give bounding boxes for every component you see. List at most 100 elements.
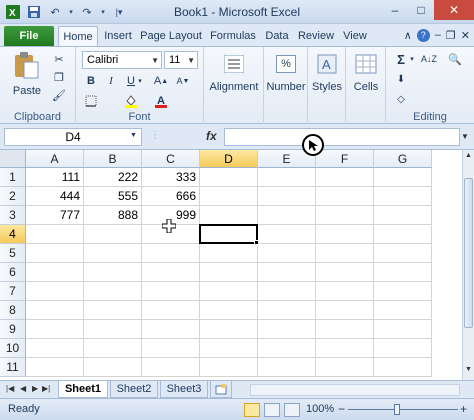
scroll-thumb[interactable]	[464, 178, 473, 328]
cell-b10[interactable]	[84, 339, 142, 358]
bold-button[interactable]: B	[82, 73, 100, 89]
row-header-6[interactable]: 6	[0, 263, 26, 282]
cell-e1[interactable]	[258, 168, 316, 187]
fill-color-icon[interactable]	[122, 93, 140, 109]
cell-g2[interactable]	[374, 187, 432, 206]
minimize-button[interactable]: –	[382, 0, 408, 20]
minimize-ribbon-icon[interactable]: ∧	[404, 29, 412, 42]
workbook-restore-icon[interactable]: ❐	[446, 29, 456, 42]
cell-f10[interactable]	[316, 339, 374, 358]
styles-group[interactable]: A Styles	[308, 47, 346, 125]
cell-f11[interactable]	[316, 358, 374, 377]
zoom-out-button[interactable]: −	[338, 402, 345, 416]
row-header-5[interactable]: 5	[0, 244, 26, 263]
copy-icon[interactable]: ❐	[50, 69, 68, 85]
help-icon[interactable]: ?	[416, 29, 430, 42]
cell-c10[interactable]	[142, 339, 200, 358]
row-header-4[interactable]: 4	[0, 225, 26, 244]
cell-c2[interactable]: 666	[142, 187, 200, 206]
cell-c11[interactable]	[142, 358, 200, 377]
tab-view[interactable]: View	[340, 26, 370, 46]
tab-file[interactable]: File	[4, 26, 54, 46]
scroll-down-icon[interactable]: ▼	[463, 366, 474, 378]
sheet-tab-sheet1[interactable]: Sheet1	[58, 381, 108, 398]
row-header-3[interactable]: 3	[0, 206, 26, 225]
first-sheet-icon[interactable]: |◀	[6, 384, 14, 393]
next-sheet-icon[interactable]: ▶	[32, 384, 38, 393]
chevron-down-icon[interactable]: ▾	[408, 51, 416, 67]
cell-a1[interactable]: 111	[26, 168, 84, 187]
cells-group[interactable]: Cells	[346, 47, 386, 125]
cell-c8[interactable]	[142, 301, 200, 320]
cell-a7[interactable]	[26, 282, 84, 301]
worksheet-grid[interactable]: A B C D E F G 1 111 222 333 2 444 555 666 3 777 888 999 4 5 6…	[0, 150, 462, 380]
cell-c7[interactable]	[142, 282, 200, 301]
workbook-minimize-icon[interactable]: –	[435, 29, 441, 42]
tab-insert[interactable]: Insert	[100, 26, 136, 46]
row-header-1[interactable]: 1	[0, 168, 26, 187]
cell-d2[interactable]	[200, 187, 258, 206]
number-group[interactable]: % Number	[264, 47, 308, 125]
cell-b2[interactable]: 555	[84, 187, 142, 206]
cell-f7[interactable]	[316, 282, 374, 301]
cell-d1[interactable]	[200, 168, 258, 187]
cell-e11[interactable]	[258, 358, 316, 377]
cell-f1[interactable]	[316, 168, 374, 187]
cell-f5[interactable]	[316, 244, 374, 263]
tab-home[interactable]: Home	[58, 26, 98, 46]
fill-icon[interactable]: ⬇	[392, 71, 410, 87]
cell-e3[interactable]	[258, 206, 316, 225]
cell-c5[interactable]	[142, 244, 200, 263]
cell-b9[interactable]	[84, 320, 142, 339]
cell-c6[interactable]	[142, 263, 200, 282]
cell-a6[interactable]	[26, 263, 84, 282]
cell-f2[interactable]	[316, 187, 374, 206]
cell-a4[interactable]	[26, 225, 84, 244]
cut-icon[interactable]: ✂	[50, 51, 68, 67]
page-layout-view-button[interactable]	[264, 403, 280, 417]
find-select-icon[interactable]: 🔍	[446, 51, 464, 67]
column-header-d[interactable]: D	[200, 150, 258, 168]
formula-input[interactable]	[224, 128, 460, 146]
cell-g9[interactable]	[374, 320, 432, 339]
formula-bar-splitter[interactable]: ⋮	[150, 130, 160, 144]
cell-g4[interactable]	[374, 225, 432, 244]
row-header-10[interactable]: 10	[0, 339, 26, 358]
prev-sheet-icon[interactable]: ◀	[20, 384, 26, 393]
cell-f9[interactable]	[316, 320, 374, 339]
cell-a9[interactable]	[26, 320, 84, 339]
format-painter-icon[interactable]: 🖌	[50, 87, 68, 103]
name-box[interactable]: D4	[4, 128, 142, 146]
underline-dropdown-icon[interactable]: ▾	[136, 73, 144, 89]
cell-e7[interactable]	[258, 282, 316, 301]
cell-f6[interactable]	[316, 263, 374, 282]
workbook-close-icon[interactable]: ✕	[461, 29, 470, 42]
cell-e2[interactable]	[258, 187, 316, 206]
cell-a10[interactable]	[26, 339, 84, 358]
cell-b7[interactable]	[84, 282, 142, 301]
cell-b3[interactable]: 888	[84, 206, 142, 225]
cell-d8[interactable]	[200, 301, 258, 320]
zoom-slider-track[interactable]	[348, 409, 458, 410]
scroll-up-icon[interactable]: ▲	[463, 152, 474, 164]
cell-e9[interactable]	[258, 320, 316, 339]
zoom-in-button[interactable]: +	[460, 402, 467, 416]
cell-e6[interactable]	[258, 263, 316, 282]
cell-d6[interactable]	[200, 263, 258, 282]
cell-e8[interactable]	[258, 301, 316, 320]
cell-a2[interactable]: 444	[26, 187, 84, 206]
cell-f3[interactable]	[316, 206, 374, 225]
font-color-icon[interactable]: A	[152, 93, 170, 109]
cell-g3[interactable]	[374, 206, 432, 225]
italic-button[interactable]: I	[102, 73, 120, 89]
sort-filter-icon[interactable]: A↓Z	[420, 51, 438, 67]
column-header-b[interactable]: B	[84, 150, 142, 168]
expand-formula-bar-icon[interactable]: ▼	[460, 128, 470, 146]
horizontal-scrollbar[interactable]	[250, 384, 460, 396]
tab-formulas[interactable]: Formulas	[208, 26, 258, 46]
tab-data[interactable]: Data	[262, 26, 292, 46]
row-header-11[interactable]: 11	[0, 358, 26, 377]
row-header-7[interactable]: 7	[0, 282, 26, 301]
cell-a11[interactable]	[26, 358, 84, 377]
cell-d11[interactable]	[200, 358, 258, 377]
